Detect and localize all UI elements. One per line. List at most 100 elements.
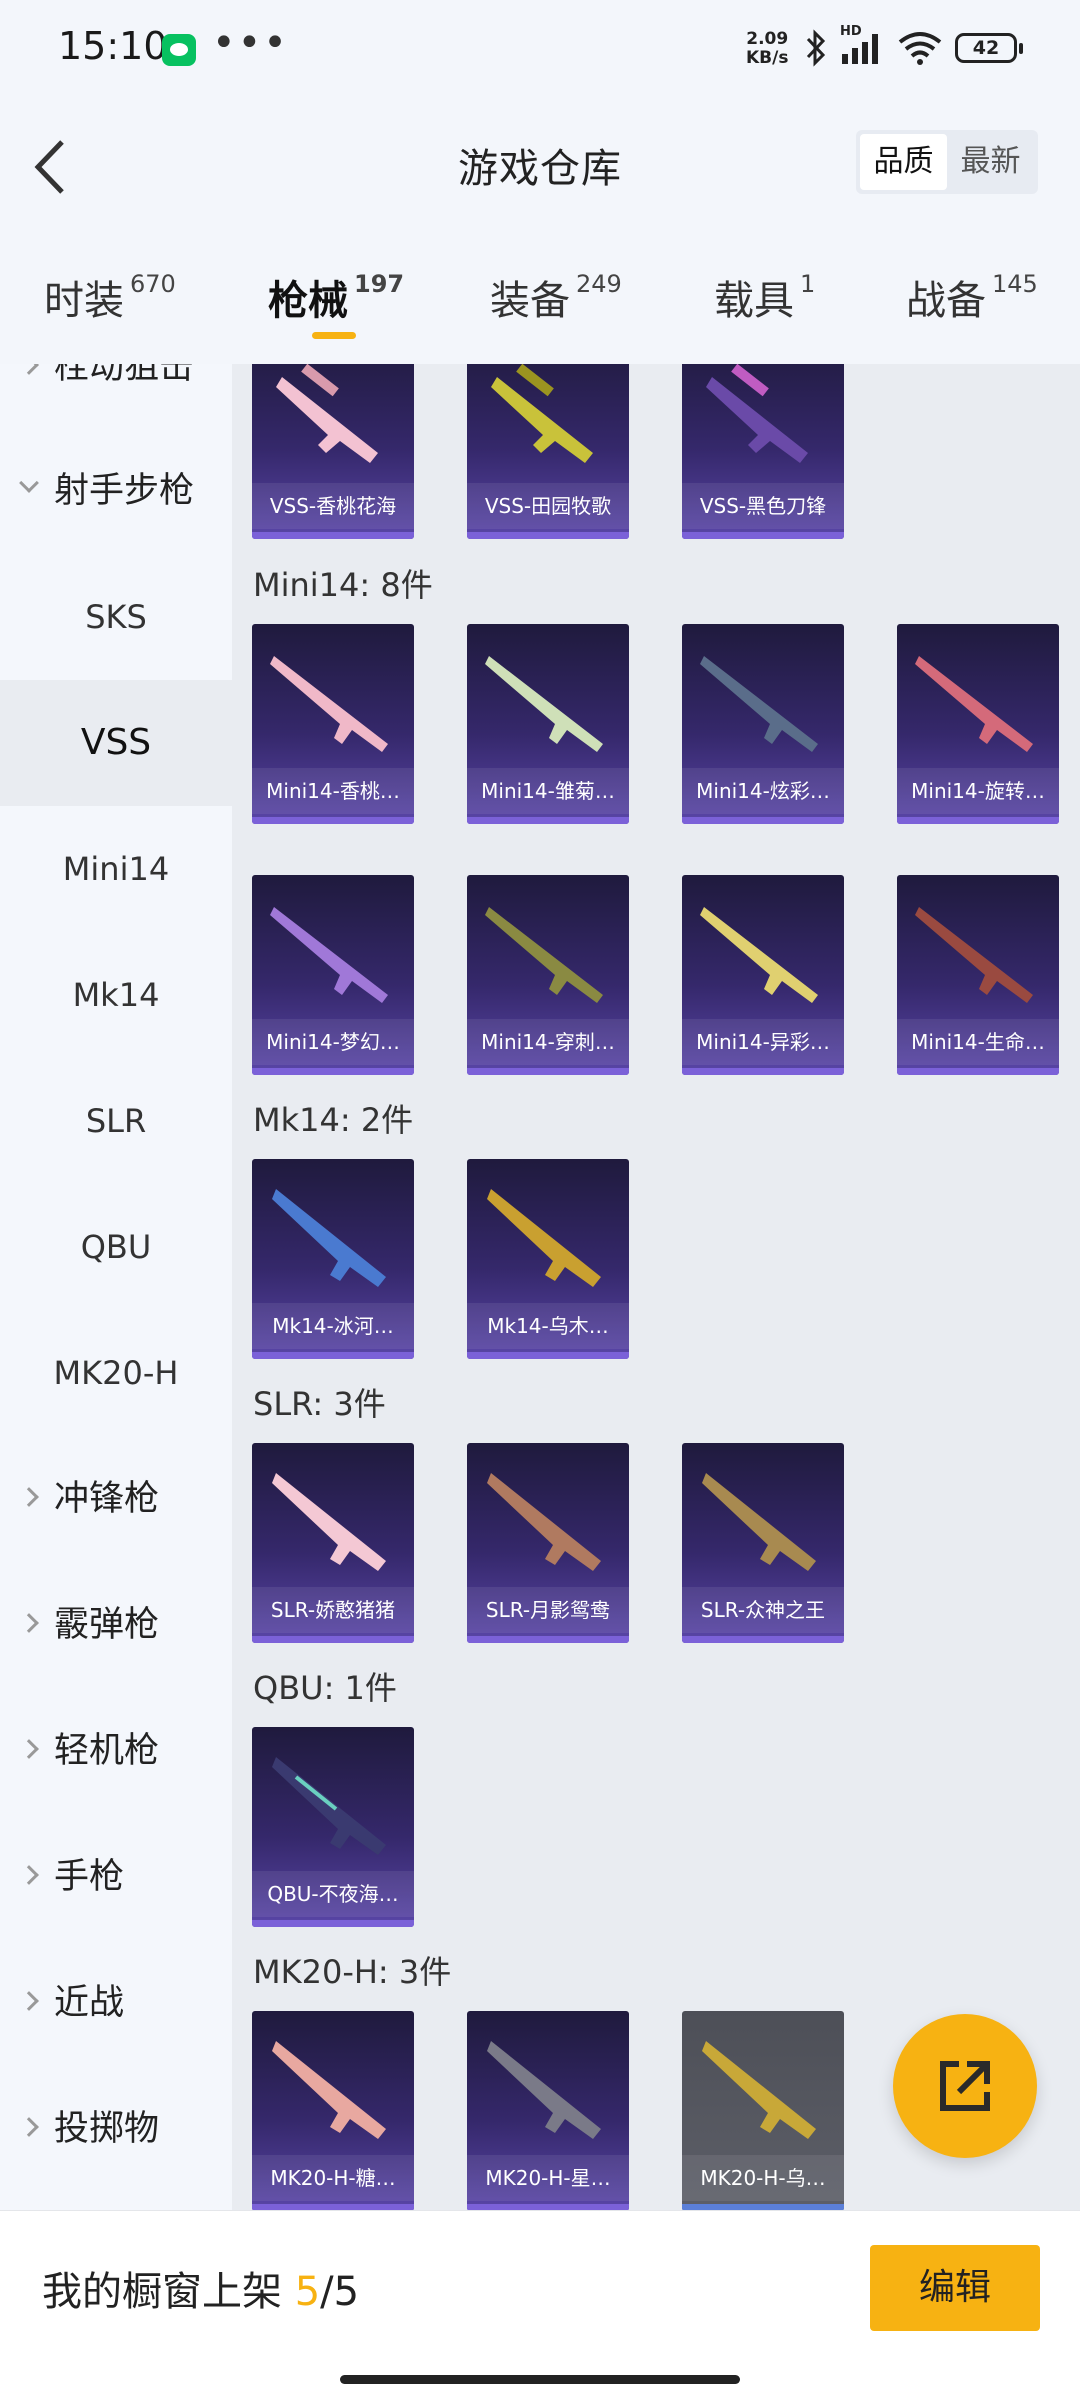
net-speed-value: 2.09 (746, 29, 789, 49)
tab-label: 时装 (44, 278, 124, 324)
tab-count: 1 (800, 270, 816, 298)
weapon-card[interactable]: Mini14-梦幻… (252, 875, 414, 1075)
share-button[interactable] (893, 2014, 1037, 2158)
weapon-name: Mini14-异彩… (682, 1019, 844, 1065)
sidebar-item-mini14[interactable]: Mini14 (0, 806, 232, 932)
tab-label: 装备 (490, 278, 570, 324)
weapon-grid: VSS-香桃花海 VSS-田园牧歌 VSS-黑色刀锋 Mini14: 8件 Mi… (232, 364, 1080, 2210)
sidebar-item-bolt-sniper[interactable]: 栓动狙击 (0, 364, 232, 430)
sidebar-item-melee[interactable]: 近战 (0, 1940, 232, 2066)
active-tab-indicator (312, 332, 356, 339)
weapon-name: Mini14-生命… (897, 1019, 1059, 1065)
weapon-card[interactable]: SLR-娇憨猪猪 (252, 1443, 414, 1643)
weapon-name: SLR-众神之王 (682, 1587, 844, 1633)
weapon-card[interactable]: SLR-月影鸳鸯 (467, 1443, 629, 1643)
sidebar-item-label: QBU (80, 1228, 152, 1266)
status-time: 15:10 (58, 24, 168, 68)
sidebar-item-label: VSS (80, 722, 152, 763)
weapon-card[interactable]: VSS-田园牧歌 (467, 364, 629, 539)
showcase-status: 我的橱窗上架 5/5 (42, 2259, 359, 2317)
sidebar-item-label: 投掷物 (54, 2109, 160, 2149)
tab-vehicles[interactable]: 载具 1 (714, 268, 815, 326)
tab-label: 战备 (906, 278, 986, 324)
weapon-name: VSS-香桃花海 (252, 483, 414, 529)
group-title: Mini14: 8件 (253, 566, 433, 604)
rifle-icon (700, 907, 818, 1003)
weapon-card[interactable]: Mini14-异彩… (682, 875, 844, 1075)
weapon-card[interactable]: Mini14-穿刺… (467, 875, 629, 1075)
battery-icon: 42 (955, 33, 1023, 63)
rifle-icon (487, 1473, 601, 1571)
sidebar-item-pistol[interactable]: 手枪 (0, 1814, 232, 1940)
rifle-icon (272, 1473, 386, 1571)
wifi-icon (898, 32, 942, 65)
weapon-name: Mk14-冰河… (252, 1303, 414, 1349)
wechat-icon (162, 34, 196, 66)
sidebar-item-marksman-rifle[interactable]: 射手步枪 (0, 428, 232, 554)
net-speed-unit: KB/s (746, 48, 789, 68)
sidebar-item-slr[interactable]: SLR (0, 1058, 232, 1184)
weapon-card[interactable]: Mk14-冰河… (252, 1159, 414, 1359)
sidebar-item-label: MK20-H (53, 1354, 179, 1392)
bottom-bar: 我的橱窗上架 5/5 编辑 (0, 2210, 1080, 2400)
signal-icon (842, 34, 878, 64)
weapon-card[interactable]: VSS-黑色刀锋 (682, 364, 844, 539)
weapon-card[interactable]: Mini14-生命… (897, 875, 1059, 1075)
weapon-name: MK20-H-星… (467, 2155, 629, 2201)
sidebar-item-vss[interactable]: VSS (0, 680, 232, 806)
sort-latest-button[interactable]: 最新 (947, 134, 1034, 190)
tab-equipment[interactable]: 装备 249 (490, 268, 622, 326)
weapon-name: Mini14-炫彩… (682, 768, 844, 814)
chevron-right-icon (19, 1865, 39, 1885)
rifle-icon (270, 656, 388, 752)
weapon-card[interactable]: SLR-众神之王 (682, 1443, 844, 1643)
sidebar-item-label: 射手步枪 (54, 471, 195, 511)
sidebar-item-smg[interactable]: 冲锋枪 (0, 1436, 232, 1562)
weapon-name: SLR-娇憨猪猪 (252, 1587, 414, 1633)
tab-supplies[interactable]: 战备 145 (906, 268, 1038, 326)
weapon-card[interactable]: Mini14-雏菊… (467, 624, 629, 824)
sidebar-item-lmg[interactable]: 轻机枪 (0, 1688, 232, 1814)
sort-toggle[interactable]: 品质 最新 (856, 130, 1038, 194)
weapon-card[interactable]: MK20-H-星… (467, 2011, 629, 2210)
sidebar-item-sks[interactable]: SKS (0, 554, 232, 680)
sidebar-item-mk14[interactable]: Mk14 (0, 932, 232, 1058)
sidebar-item-qbu[interactable]: QBU (0, 1184, 232, 1310)
sidebar-item-shotgun[interactable]: 霰弹枪 (0, 1562, 232, 1688)
showcase-label: 我的橱窗上架 (42, 2269, 282, 2315)
rifle-icon (491, 364, 593, 463)
weapon-card[interactable]: Mk14-乌木… (467, 1159, 629, 1359)
group-title: SLR: 3件 (253, 1385, 386, 1423)
tab-weapons[interactable]: 枪械 197 (268, 268, 404, 326)
weapon-card[interactable]: Mini14-香桃… (252, 624, 414, 824)
weapon-type-sidebar: 栓动狙击 射手步枪 SKS VSS Mini14 Mk14 SLR QBU MK… (0, 364, 232, 2210)
weapon-name: QBU-不夜海… (252, 1871, 414, 1917)
group-title: MK20-H: 3件 (253, 1953, 452, 1991)
tab-count: 670 (130, 270, 176, 298)
tab-fashion[interactable]: 时装 670 (44, 268, 176, 326)
edit-button[interactable]: 编辑 (870, 2245, 1040, 2331)
sidebar-item-label: 近战 (54, 1983, 125, 2023)
weapon-card[interactable]: Mini14-炫彩… (682, 624, 844, 824)
weapon-card[interactable]: Mini14-旋转… (897, 624, 1059, 824)
sidebar-item-mk20h[interactable]: MK20-H (0, 1310, 232, 1436)
weapon-name: VSS-田园牧歌 (467, 483, 629, 529)
sort-quality-button[interactable]: 品质 (860, 134, 947, 190)
sidebar-item-label: SLR (85, 1102, 147, 1140)
weapon-card[interactable]: MK20-H-糖… (252, 2011, 414, 2210)
weapon-name: Mini14-穿刺… (467, 1019, 629, 1065)
sidebar-item-label: 栓动狙击 (54, 364, 195, 387)
category-tabs: 时装 670 枪械 197 装备 249 载具 1 战备 145 (0, 236, 1080, 364)
sidebar-item-throwables[interactable]: 投掷物 (0, 2066, 232, 2192)
sidebar-item-label: 霰弹枪 (54, 1605, 160, 1645)
chevron-right-icon (19, 1613, 39, 1633)
weapon-card[interactable]: QBU-不夜海… (252, 1727, 414, 1927)
rifle-icon (700, 656, 818, 752)
weapon-name: Mini14-香桃… (252, 768, 414, 814)
chevron-down-icon (19, 473, 39, 493)
rifle-icon (270, 907, 388, 1003)
weapon-name: Mini14-梦幻… (252, 1019, 414, 1065)
home-indicator[interactable] (340, 2375, 740, 2384)
weapon-card[interactable]: MK20-H-乌… (682, 2011, 844, 2210)
weapon-card[interactable]: VSS-香桃花海 (252, 364, 414, 539)
